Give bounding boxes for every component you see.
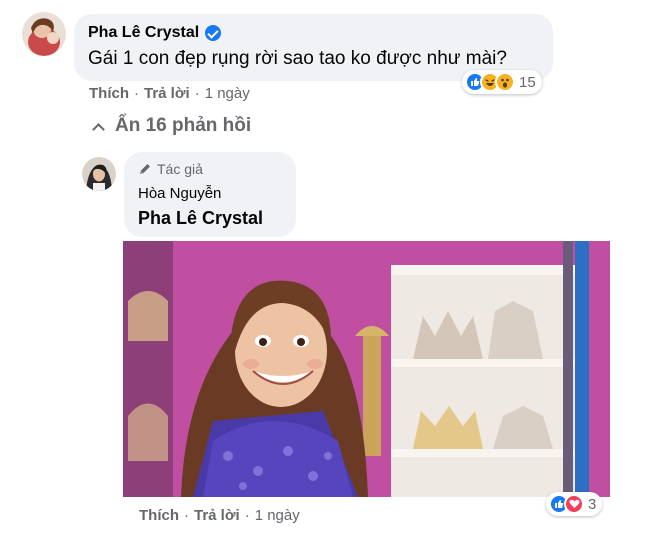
hide-replies-label: Ẩn 16 phản hồi bbox=[115, 115, 252, 136]
like-button[interactable]: Thích bbox=[89, 85, 129, 102]
chevron-up-icon bbox=[92, 122, 105, 136]
separator: · bbox=[134, 85, 139, 102]
separator: · bbox=[194, 85, 200, 102]
mentioned-user[interactable]: Pha Lê Crystal bbox=[138, 208, 282, 229]
comment-author[interactable]: Pha Lê Crystal bbox=[88, 24, 539, 42]
comment-reactions[interactable]: 15 bbox=[462, 70, 542, 94]
hide-replies-button[interactable]: Ẩn 16 phản hồi bbox=[90, 115, 251, 137]
author-badge-label: Tác giả bbox=[157, 161, 203, 177]
gif-image bbox=[123, 241, 610, 497]
like-button[interactable]: Thích bbox=[139, 507, 179, 524]
reply-avatar[interactable] bbox=[82, 157, 116, 191]
comment-text: Gái 1 con đẹp rụng rời sao tao ko được n… bbox=[88, 48, 507, 69]
reaction-count: 15 bbox=[519, 73, 536, 91]
timestamp[interactable]: 1 ngày bbox=[255, 507, 300, 524]
wow-icon bbox=[495, 72, 515, 92]
reply-author[interactable]: Hòa Nguyễn bbox=[138, 185, 282, 202]
reply-button[interactable]: Trả lời bbox=[194, 507, 240, 524]
commenter-avatar[interactable] bbox=[22, 12, 66, 56]
verified-badge-icon bbox=[205, 25, 222, 41]
reply-bubble: Tác giả Hòa Nguyễn Pha Lê Crystal bbox=[124, 152, 296, 237]
reply-gif[interactable] bbox=[123, 241, 610, 497]
pen-icon bbox=[140, 164, 150, 174]
separator: · bbox=[184, 507, 189, 524]
reply-button[interactable]: Trả lời bbox=[144, 85, 190, 102]
reaction-count: 3 bbox=[588, 495, 597, 513]
timestamp[interactable]: 1 ngày bbox=[205, 85, 250, 102]
author-badge: Tác giả bbox=[138, 161, 282, 177]
comment-author-name[interactable]: Pha Lê Crystal bbox=[88, 24, 199, 42]
love-icon bbox=[564, 494, 584, 514]
reply-reactions[interactable]: 3 bbox=[546, 492, 603, 516]
comment-actions: Thích · Trả lời · 1 ngày bbox=[89, 85, 250, 102]
reply-actions: Thích · Trả lời · 1 ngày bbox=[139, 507, 300, 524]
separator: · bbox=[244, 507, 250, 524]
